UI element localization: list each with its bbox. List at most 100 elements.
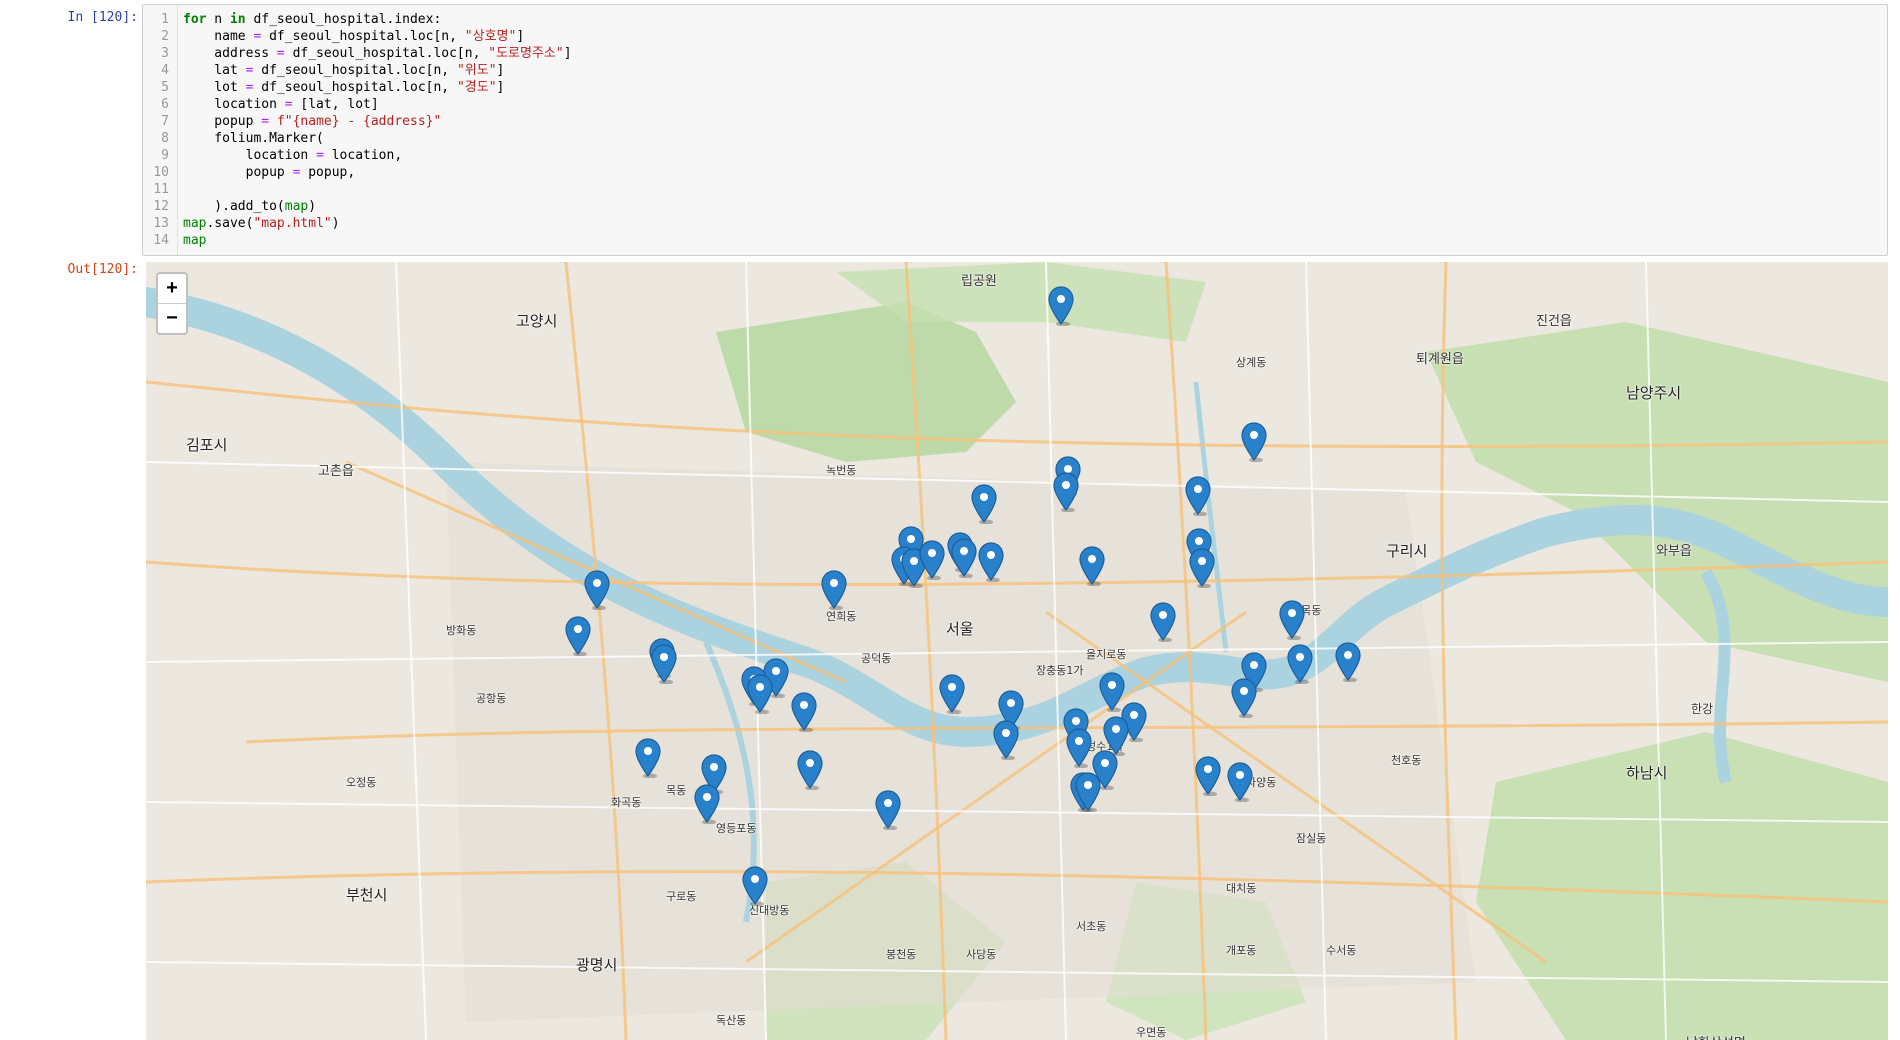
map-place-label: 서울 <box>946 620 974 638</box>
map-place-label: 장충동1가 <box>1036 664 1084 677</box>
map-place-label: 잠실동 <box>1296 832 1327 845</box>
marker-pin-icon <box>951 538 977 579</box>
map-marker[interactable] <box>1053 472 1079 513</box>
line-number: 14 <box>153 233 169 248</box>
marker-pin-icon <box>1079 546 1105 587</box>
marker-pin-icon <box>1189 548 1215 589</box>
zoom-out-button[interactable]: − <box>158 304 186 333</box>
line-number: 7 <box>161 114 169 129</box>
map-place-label: 하남시 <box>1626 764 1668 782</box>
marker-pin-icon <box>919 540 945 581</box>
map-place-label: 립공원 <box>961 274 997 289</box>
code-text: location = location, <box>183 148 403 163</box>
code-text: for n in df_seoul_hospital.index: <box>183 12 442 27</box>
map-place-label: 오정동 <box>346 776 377 789</box>
map-place-label: 공항동 <box>476 692 507 705</box>
forest-area <box>1476 732 1888 1040</box>
marker-pin-icon <box>993 720 1019 761</box>
map-marker[interactable] <box>939 674 965 715</box>
map-place-label: 김포시 <box>186 436 228 454</box>
map-marker[interactable] <box>875 790 901 831</box>
map-marker[interactable] <box>565 616 591 657</box>
map-marker[interactable] <box>1189 548 1215 589</box>
line-number: 13 <box>153 216 169 231</box>
map-marker[interactable] <box>1287 644 1313 685</box>
code-text: location = [lat, lot] <box>183 97 379 112</box>
line-number: 6 <box>161 97 169 112</box>
map-marker[interactable] <box>1150 602 1176 643</box>
map-place-label: 남양주시 <box>1626 384 1682 402</box>
map-place-label: 부천시 <box>346 886 388 904</box>
map-marker[interactable] <box>919 540 945 581</box>
map-place-label: 을지로동 <box>1086 648 1127 661</box>
marker-pin-icon <box>1241 422 1267 463</box>
map-place-label: 고양시 <box>516 312 558 330</box>
map-marker[interactable] <box>1227 762 1253 803</box>
marker-pin-icon <box>821 570 847 611</box>
line-number: 11 <box>153 182 169 197</box>
output-prompt: Out[120]: <box>67 262 138 277</box>
map-marker[interactable] <box>747 674 773 715</box>
map-marker[interactable] <box>1048 286 1074 327</box>
map-marker[interactable] <box>651 644 677 685</box>
map-marker[interactable] <box>791 692 817 733</box>
map-place-label: 수서동 <box>1326 944 1357 957</box>
map-marker[interactable] <box>1279 600 1305 641</box>
marker-pin-icon <box>742 866 768 907</box>
map-place-label: 한강 <box>1691 702 1714 716</box>
marker-pin-icon <box>939 674 965 715</box>
map-marker[interactable] <box>821 570 847 611</box>
map-marker[interactable] <box>635 738 661 779</box>
marker-pin-icon <box>1227 762 1253 803</box>
marker-pin-icon <box>1287 644 1313 685</box>
map-marker[interactable] <box>694 784 720 825</box>
map-marker[interactable] <box>1075 772 1101 813</box>
map-marker[interactable] <box>1195 756 1221 797</box>
map-place-label: 상계동 <box>1236 356 1267 369</box>
map-marker[interactable] <box>1185 476 1211 517</box>
code-text: ).add_to(map) <box>183 199 317 214</box>
code-text: lat = df_seoul_hospital.loc[n, "위도"] <box>183 63 505 78</box>
marker-pin-icon <box>1335 642 1361 683</box>
marker-pin-icon <box>747 674 773 715</box>
map-marker[interactable] <box>971 484 997 525</box>
marker-pin-icon <box>635 738 661 779</box>
map-marker[interactable] <box>797 750 823 791</box>
map-marker[interactable] <box>1231 678 1257 719</box>
line-number: 12 <box>153 199 169 214</box>
map-marker[interactable] <box>1335 642 1361 683</box>
map-place-label: 서초동 <box>1076 920 1107 933</box>
map-place-label: 목동 <box>666 784 687 797</box>
map-place-label: 퇴계원읍 <box>1416 352 1464 367</box>
marker-pin-icon <box>875 790 901 831</box>
marker-pin-icon <box>1048 286 1074 327</box>
map-marker[interactable] <box>584 570 610 611</box>
marker-pin-icon <box>1075 772 1101 813</box>
marker-pin-icon <box>651 644 677 685</box>
marker-pin-icon <box>797 750 823 791</box>
map-marker[interactable] <box>978 542 1004 583</box>
map-place-label: 남한산성면 <box>1686 1032 1746 1040</box>
code-editor[interactable]: 1 for n in df_seoul_hospital.index: 2 name… <box>142 4 1888 256</box>
marker-pin-icon <box>1185 476 1211 517</box>
map-marker[interactable] <box>951 538 977 579</box>
map-place-label: 봉천동 <box>886 948 917 961</box>
marker-pin-icon <box>1066 728 1092 769</box>
map-place-label: 공덕동 <box>861 652 892 665</box>
input-prompt: In [120]: <box>67 10 138 25</box>
map-place-label: 구리시 <box>1386 542 1428 560</box>
map-marker[interactable] <box>1079 546 1105 587</box>
map-marker[interactable] <box>1066 728 1092 769</box>
code-text: name = df_seoul_hospital.loc[n, "상호명"] <box>183 29 525 44</box>
map-marker[interactable] <box>993 720 1019 761</box>
folium-map[interactable]: 고양시김포시고촌읍부천시광명시 구리시 남양주시 진건읍퇴계원읍하남시 와부읍한강남한산… <box>146 262 1888 1040</box>
zoom-in-button[interactable]: + <box>158 274 186 304</box>
map-place-label: 연희동 <box>826 610 857 623</box>
map-marker[interactable] <box>742 866 768 907</box>
map-place-label: 고촌읍 <box>318 464 354 479</box>
map-marker[interactable] <box>1241 422 1267 463</box>
code-text: lot = df_seoul_hospital.loc[n, "경도"] <box>183 80 505 95</box>
zoom-control: + − <box>156 272 188 335</box>
marker-pin-icon <box>978 542 1004 583</box>
marker-pin-icon <box>1231 678 1257 719</box>
